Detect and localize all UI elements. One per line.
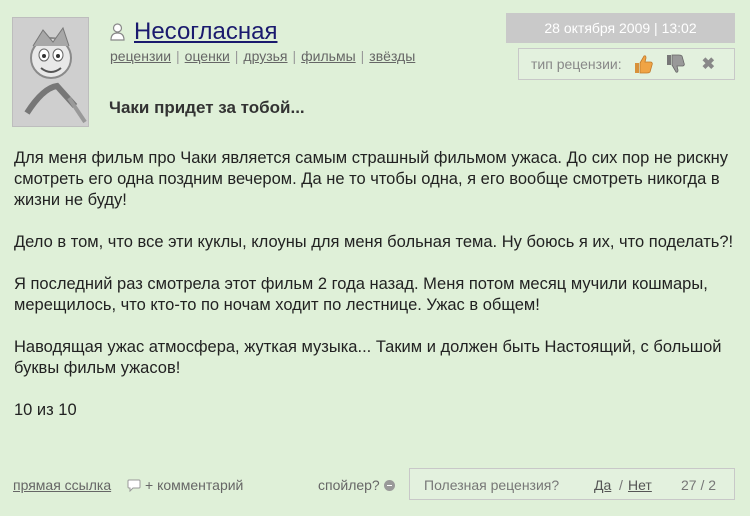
review-type-box: тип рецензии: ✖ [518, 48, 735, 80]
useful-question: Полезная рецензия? [424, 477, 560, 493]
close-icon[interactable]: ✖ [702, 54, 715, 74]
user-icon [110, 23, 125, 41]
review-date: 28 октября 2009 | 13:02 [506, 13, 735, 43]
vote-no-link[interactable]: Нет [628, 477, 652, 493]
user-row: Несогласная [109, 18, 277, 46]
user-link-stars[interactable]: звёзды [369, 48, 415, 64]
avatar[interactable] [12, 17, 89, 127]
user-link-reviews[interactable]: рецензии [110, 48, 171, 64]
review-paragraph: Для меня фильм про Чаки является самым с… [14, 149, 728, 209]
review-body: Для меня фильм про Чаки является самым с… [14, 148, 734, 442]
user-link-friends[interactable]: друзья [243, 48, 287, 64]
minus-icon[interactable] [383, 479, 395, 491]
review-score: 10 из 10 [14, 401, 77, 419]
review-paragraph: Я последний раз смотрела этот фильм 2 го… [14, 275, 708, 314]
vote-count: 27 / 2 [681, 477, 717, 493]
direct-link[interactable]: прямая ссылка [13, 477, 111, 493]
add-comment-button[interactable]: + комментарий [127, 477, 243, 493]
user-links: рецензии | оценки | друзья | фильмы | звёзды [110, 48, 416, 64]
user-link-films[interactable]: фильмы [301, 48, 356, 64]
spoiler-toggle[interactable]: спойлер? [318, 477, 395, 493]
add-comment-label[interactable]: + комментарий [145, 477, 243, 493]
useful-review-box: Полезная рецензия? Да / Нет 27 / 2 [409, 468, 735, 500]
review-type-label: тип рецензии: [531, 56, 622, 72]
comment-icon [127, 479, 141, 492]
vote-separator: / [619, 477, 623, 493]
spoiler-label[interactable]: спойлер? [318, 477, 380, 493]
review-paragraph: Наводящая ужас атмосфера, жуткая музыка.… [14, 338, 722, 377]
username-link[interactable]: Несогласная [134, 18, 277, 46]
thumbs-down-icon[interactable] [664, 53, 686, 75]
vote-yes-link[interactable]: Да [594, 477, 611, 493]
review-title: Чаки придет за тобой... [109, 98, 305, 117]
user-link-ratings[interactable]: оценки [185, 48, 230, 64]
thumbs-up-icon[interactable] [632, 53, 654, 75]
review-paragraph: Дело в том, что все эти куклы, клоуны дл… [14, 233, 734, 251]
